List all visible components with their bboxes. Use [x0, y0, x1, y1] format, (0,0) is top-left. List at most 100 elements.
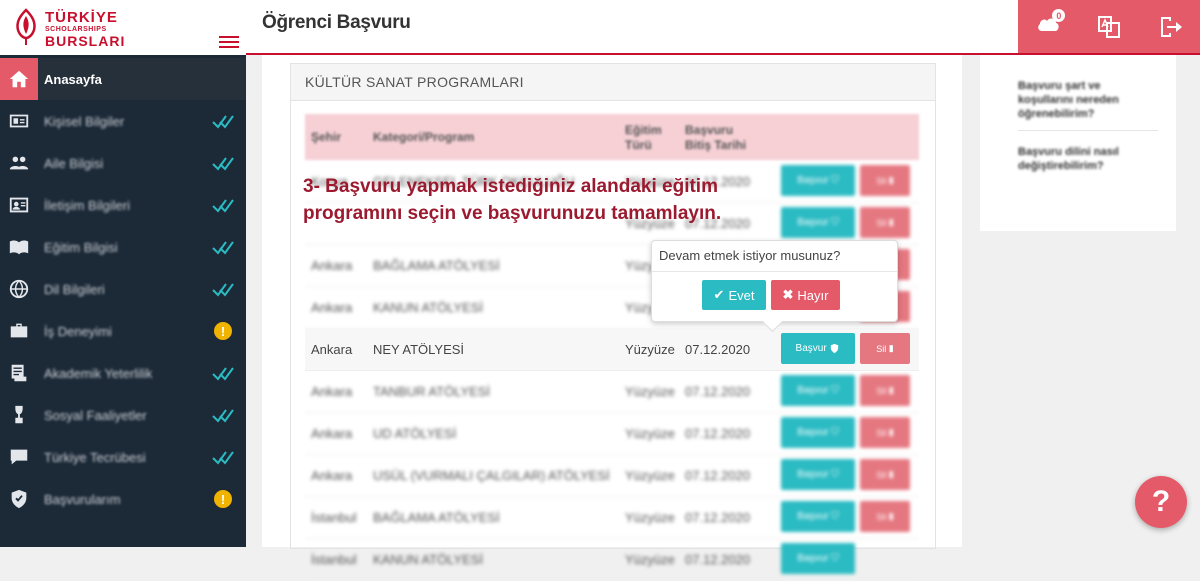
sidebar-item-label: Dil Bilgileri: [44, 281, 105, 297]
delete-button[interactable]: Sil ▮: [860, 333, 910, 364]
check-icon: [212, 278, 234, 300]
delete-button[interactable]: Sil ▮: [860, 459, 910, 490]
row-type: Yüzyüze: [625, 384, 675, 399]
delete-button[interactable]: Sil ▮: [860, 501, 910, 532]
row-deadline: 07.12.2020: [685, 552, 751, 567]
row-deadline: 07.12.2020: [685, 510, 751, 525]
sidebar-item-label: Türkiye Tecrübesi: [44, 449, 146, 465]
notification-button[interactable]: 0: [1035, 9, 1066, 42]
apply-button[interactable]: Başvur ⛉: [781, 165, 855, 196]
book-icon: [0, 226, 38, 268]
globe-icon: [0, 268, 38, 310]
header-actions: 0: [1018, 0, 1200, 53]
sidebar-item-label: Kişisel Bilgiler: [44, 113, 125, 129]
delete-button[interactable]: Sil ▮: [860, 417, 910, 448]
row-city: İstanbul: [311, 552, 357, 567]
row-type: Yüzyüze: [625, 342, 675, 357]
row-city: Ankara: [311, 342, 353, 357]
shield-check-icon: [831, 343, 839, 354]
sidebar-item-label: Eğitim Bilgisi: [44, 239, 118, 255]
row-deadline: 07.12.2020: [685, 342, 751, 357]
sidebar-item-label: Aile Bilgisi: [44, 155, 104, 171]
check-icon: [212, 404, 234, 426]
row-city: Ankara: [311, 384, 353, 399]
confirm-popover: Devam etmek istiyor musunuz? ✔ Evet ✖ Hayı…: [651, 240, 898, 333]
instruction-line-1: 3- Başvuru yapmak istediğiniz alandaki e…: [303, 176, 718, 197]
apply-button[interactable]: Başvur ⛉: [781, 459, 855, 490]
faq-link[interactable]: Başvuru şart ve koşullarını nereden öğre…: [1018, 79, 1158, 121]
top-header: Öğrenci Başvuru 0: [246, 0, 1200, 55]
table-header: Şehir Kategori/Program Eğitim Türü Başvur…: [305, 114, 919, 160]
warning-icon: !: [212, 320, 234, 342]
delete-button[interactable]: Sil ▮: [860, 207, 910, 238]
language-icon[interactable]: [1096, 14, 1122, 40]
delete-button[interactable]: Sil ▮: [860, 375, 910, 406]
sidebar-item-iletisim-bilgileri[interactable]: İletişim Bilgileri: [0, 184, 246, 226]
sidebar-item-akademik-yeterlilik[interactable]: Akademik Yeterlilik: [0, 352, 246, 394]
page-title: Öğrenci Başvuru: [262, 12, 411, 33]
row-city: Ankara: [311, 426, 353, 441]
logo[interactable]: TÜRKİYE SCHOLARSHIPS BURSLARI: [0, 0, 246, 55]
sidebar-item-egitim-bilgisi[interactable]: Eğitim Bilgisi: [0, 226, 246, 268]
sidebar-item-anasayfa[interactable]: Anasayfa: [0, 58, 246, 100]
apply-button[interactable]: Başvur ⛉: [781, 375, 855, 406]
shield-check-icon: [0, 478, 38, 520]
row-type: Yüzyüze: [625, 552, 675, 567]
row-city: İstanbul: [311, 510, 357, 525]
help-button[interactable]: ?: [1135, 476, 1187, 528]
table-row: İstanbul KANUN ATÖLYESİ Yüzyüze 07.12.20…: [305, 538, 919, 581]
card-title: KÜLTÜR SANAT PROGRAMLARI: [291, 64, 935, 101]
faq-link[interactable]: Başvuru dilini nasıl değiştirebilirim?: [1018, 145, 1158, 173]
apply-button[interactable]: Başvur ⛉: [781, 543, 855, 574]
sidebar-item-kisisel-bilgiler[interactable]: Kişisel Bilgiler: [0, 100, 246, 142]
contact-card-icon: [0, 184, 38, 226]
sidebar-item-turkiye-tecrubesi[interactable]: Türkiye Tecrübesi: [0, 436, 246, 478]
row-program: KANUN ATÖLYESİ: [373, 300, 484, 315]
check-icon: [212, 194, 234, 216]
sidebar-item-dil-bilgileri[interactable]: Dil Bilgileri: [0, 268, 246, 310]
divider: [1018, 130, 1158, 131]
notification-count: 0: [1052, 9, 1066, 22]
instruction-line-2: programını seçin ve başvurunuzu tamamlay…: [303, 203, 722, 224]
table-row: İstanbul BAĞLAMA ATÖLYESİ Yüzyüze 07.12.…: [305, 496, 919, 539]
id-card-icon: [0, 100, 38, 142]
menu-toggle-icon[interactable]: [219, 36, 239, 50]
sidebar-item-basvurularim[interactable]: Başvurularım !: [0, 478, 246, 520]
document-icon: [0, 352, 38, 394]
row-type: Yüzyüze: [625, 426, 675, 441]
table-row: Ankara USÜL (VURMALI ÇALGILAR) ATÖLYESİ …: [305, 454, 919, 497]
apply-button[interactable]: Başvur ⛉: [781, 417, 855, 448]
table-row-selected: Ankara NEY ATÖLYESİ Yüzyüze 07.12.2020 B…: [305, 328, 919, 371]
sidebar-item-is-deneyimi[interactable]: İş Deneyimi !: [0, 310, 246, 352]
row-program: NEY ATÖLYESİ: [373, 342, 465, 357]
apply-button[interactable]: Başvur ⛉: [781, 207, 855, 238]
check-icon: [212, 236, 234, 258]
logout-icon[interactable]: [1157, 14, 1183, 40]
brand-name: TÜRKİYE SCHOLARSHIPS BURSLARI: [45, 10, 125, 48]
tulip-logo-icon: [16, 8, 36, 45]
delete-button[interactable]: Sil ▮: [860, 165, 910, 196]
sidebar-menu: Anasayfa Kişisel Bilgiler Aile Bilgisi İ…: [0, 58, 246, 520]
table-row: Ankara UD ATÖLYESİ Yüzyüze 07.12.2020 Ba…: [305, 412, 919, 455]
row-program: UD ATÖLYESİ: [373, 426, 457, 441]
apply-button[interactable]: Başvur: [781, 333, 855, 364]
row-city: Ankara: [311, 468, 353, 483]
confirm-yes-button[interactable]: ✔ Evet: [702, 280, 766, 310]
sidebar-item-label: Başvurularım: [44, 491, 121, 507]
faq-panel: Başvuru şart ve koşullarını nereden öğre…: [980, 55, 1176, 231]
warning-icon: !: [212, 488, 234, 510]
col-program: Kategori/Program: [373, 130, 475, 144]
row-program: USÜL (VURMALI ÇALGILAR) ATÖLYESİ: [373, 468, 610, 483]
sidebar-item-aile-bilgisi[interactable]: Aile Bilgisi: [0, 142, 246, 184]
confirm-question: Devam etmek istiyor musunuz?: [652, 241, 897, 272]
brand-line-3: BURSLARI: [45, 33, 126, 49]
table-row: Ankara TANBUR ATÖLYESİ Yüzyüze 07.12.202…: [305, 370, 919, 413]
apply-button[interactable]: Başvur ⛉: [781, 501, 855, 532]
sidebar-item-label: İş Deneyimi: [44, 323, 112, 339]
check-icon: [212, 362, 234, 384]
confirm-no-button[interactable]: ✖ Hayır: [771, 280, 840, 310]
sidebar-item-label: İletişim Bilgileri: [44, 197, 130, 213]
sidebar-item-sosyal-faaliyetler[interactable]: Sosyal Faaliyetler: [0, 394, 246, 436]
row-program: TANBUR ATÖLYESİ: [373, 384, 491, 399]
sidebar: TÜRKİYE SCHOLARSHIPS BURSLARI Anasayfa K…: [0, 0, 246, 547]
